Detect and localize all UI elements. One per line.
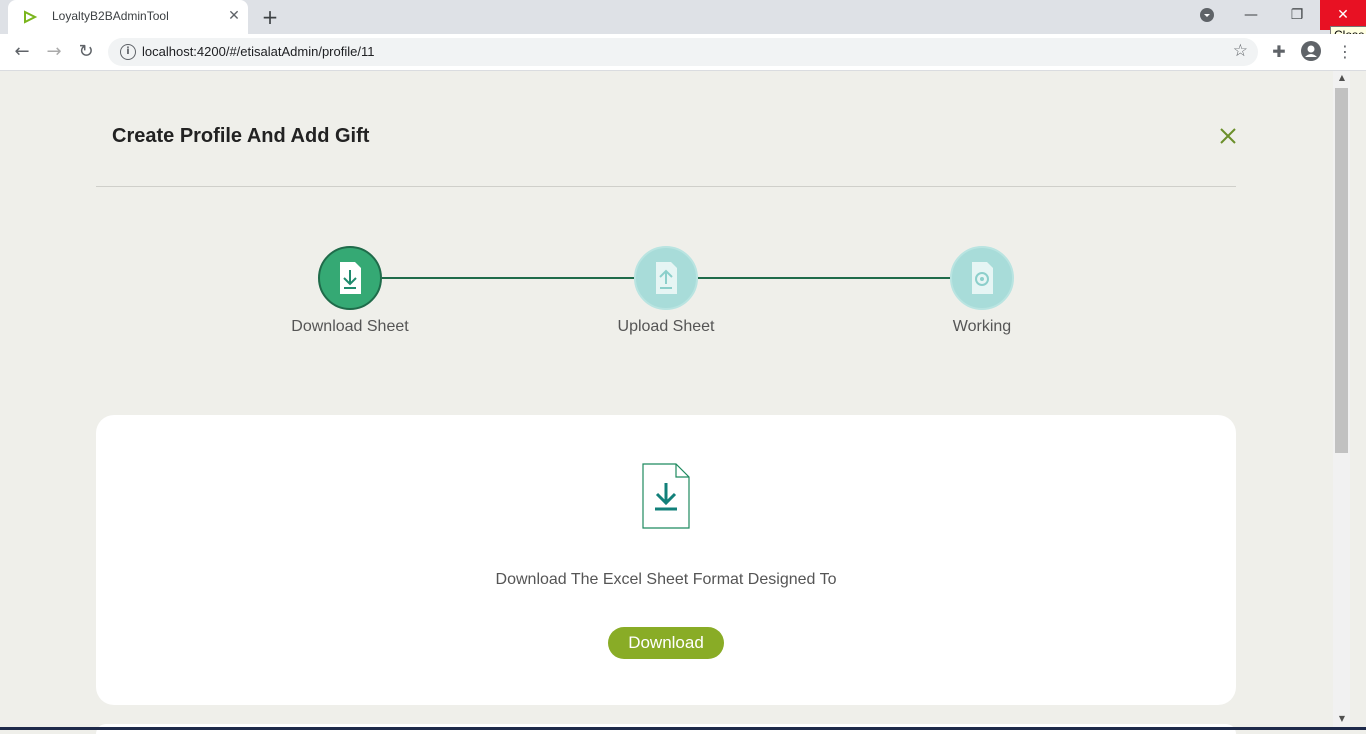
step-label: Download Sheet [291,318,409,335]
minimize-button[interactable]: — [1228,0,1274,30]
scrollbar-thumb[interactable] [1335,88,1348,453]
browser-tab-bar: LoyaltyB2BAdminTool ✕ + — ❐ ✕ [0,0,1366,34]
step-download-sheet[interactable] [318,246,382,310]
address-bar[interactable]: i localhost:4200/#/etisalatAdmin/profile… [108,38,1258,66]
step-upload-sheet[interactable] [634,246,698,310]
back-arrow-icon[interactable]: ← [10,40,34,64]
extensions-puzzle-icon[interactable]: ✚ [1268,41,1290,63]
file-upload-icon [656,262,677,294]
header-divider [96,186,1236,187]
tab-close-icon[interactable]: ✕ [226,8,242,24]
download-instructions: Download The Excel Sheet Format Designed… [495,571,837,588]
tab-search-button[interactable] [1184,0,1230,30]
reload-icon[interactable]: ↻ [74,40,98,64]
step-label: Working [952,318,1012,335]
step-label: Upload Sheet [617,318,715,335]
file-gear-icon [972,262,993,294]
restore-button[interactable]: ❐ [1274,0,1320,30]
download-button[interactable]: Download [608,627,724,659]
file-download-icon [340,262,361,294]
scroll-down-arrow-icon[interactable]: ▼ [1336,714,1348,726]
url-text[interactable]: localhost:4200/#/etisalatAdmin/profile/1… [142,44,374,59]
tab-title: LoyaltyB2BAdminTool [52,9,169,23]
step-connector [698,277,950,279]
bookmark-star-icon[interactable]: ☆ [1233,41,1248,61]
file-download-icon [642,463,690,529]
forward-arrow-icon[interactable]: → [42,40,66,64]
download-card [96,415,1236,705]
browser-toolbar: ← → ↻ i localhost:4200/#/etisalatAdmin/p… [0,34,1366,71]
site-favicon [24,10,38,24]
browser-menu-icon[interactable]: ⋮ [1334,41,1356,63]
modal-title: Create Profile And Add Gift [112,125,370,147]
chevron-down-circle-icon [1200,8,1214,22]
browser-tab[interactable]: LoyaltyB2BAdminTool ✕ [8,0,248,34]
modal-close-icon[interactable] [1216,124,1240,148]
step-working[interactable] [950,246,1014,310]
profile-avatar-icon[interactable] [1300,41,1322,63]
site-info-icon[interactable]: i [120,44,136,60]
avatar [1301,41,1321,61]
new-tab-button[interactable]: + [260,7,280,27]
step-connector [382,277,634,279]
scroll-up-arrow-icon[interactable]: ▲ [1336,73,1348,85]
